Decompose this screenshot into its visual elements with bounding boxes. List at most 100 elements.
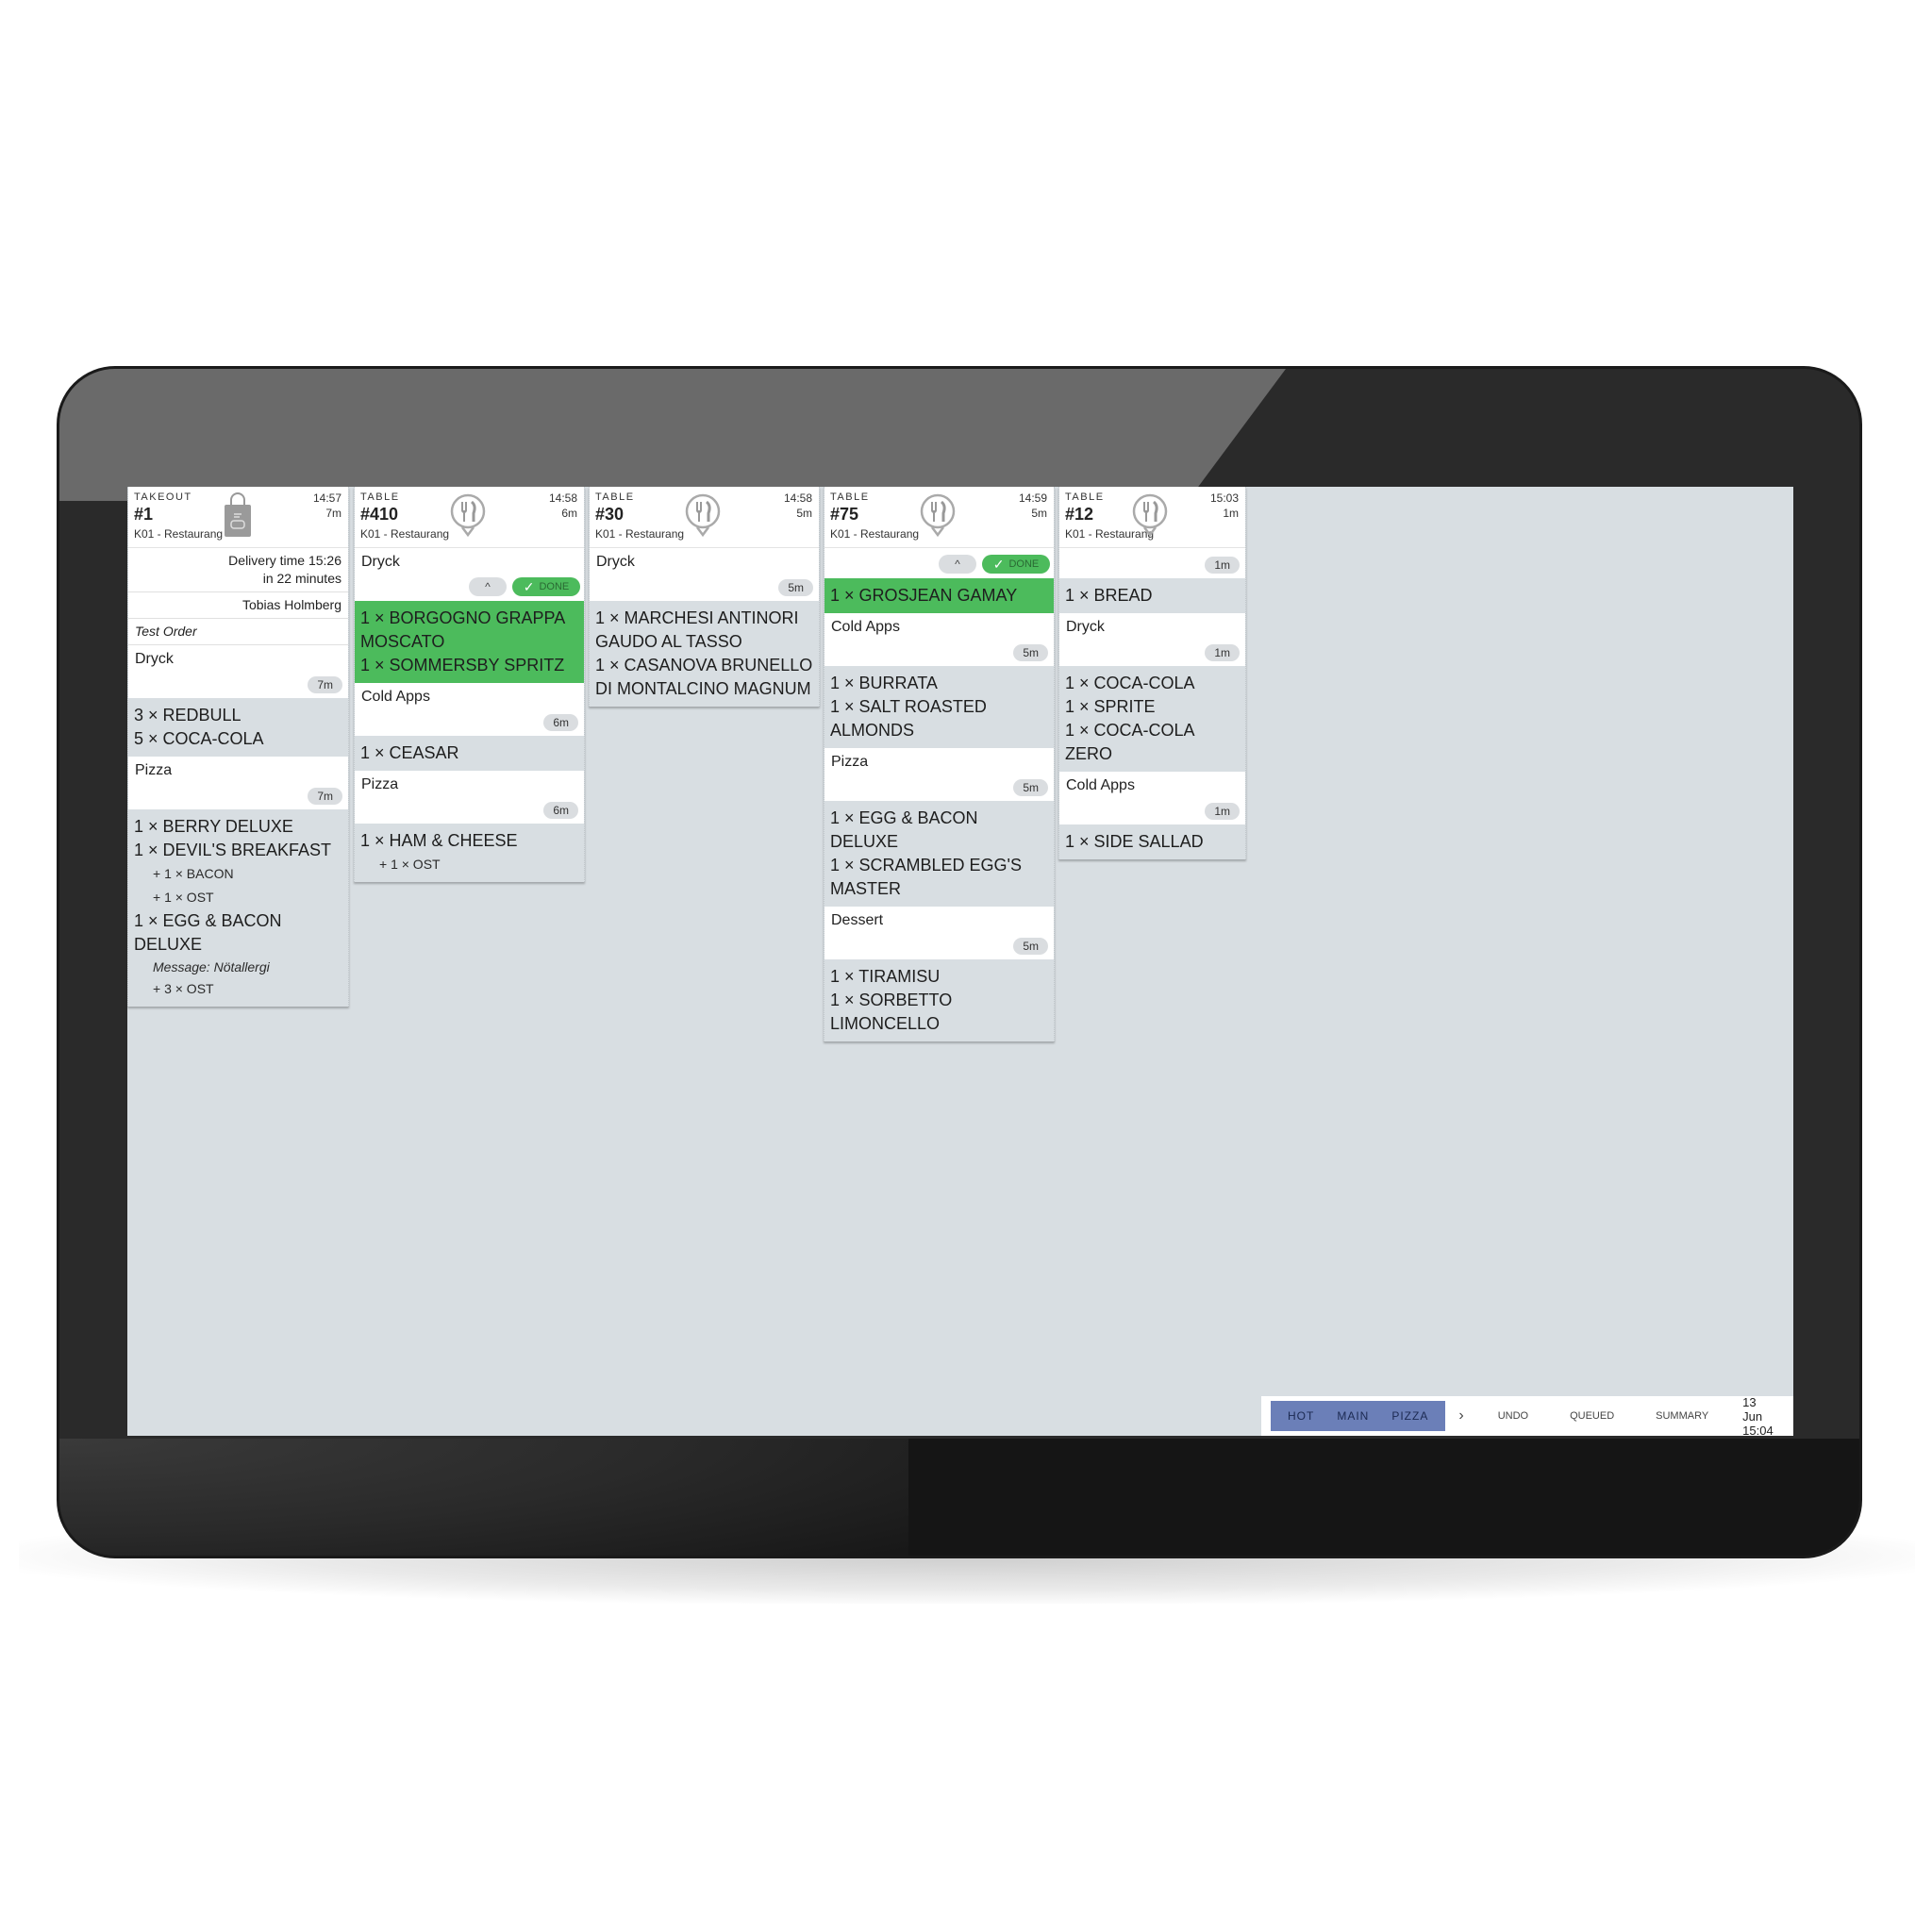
order-card-table-12[interactable]: TABLE #12 K01 - Restaurang 15:03 1m 1m 1… — [1058, 487, 1246, 859]
section-items[interactable]: 1 × EGG & BACON DELUXE 1 × SCRAMBLED EGG… — [824, 801, 1054, 907]
section-age-pill: 5m — [778, 579, 813, 596]
section-title: Dryck — [596, 554, 635, 570]
order-number: #12 — [1065, 505, 1094, 524]
item-modifier: + 3 × OST — [153, 981, 214, 996]
chevron-right-icon[interactable]: › — [1445, 1407, 1476, 1424]
order-card-takeout-1[interactable]: TAKEOUT #1 K01 - Restaurang 14:57 7m Del… — [127, 487, 349, 1007]
filter-hot[interactable]: HOT — [1276, 1409, 1325, 1423]
order-age: 6m — [561, 507, 577, 520]
chevron-up-icon: ^ — [955, 558, 960, 571]
collapse-button[interactable]: ^ — [469, 577, 507, 596]
more-options-icon[interactable]: ⋮ — [1787, 1407, 1793, 1426]
undo-button[interactable]: UNDO — [1477, 1410, 1549, 1422]
section-title: Dryck — [135, 651, 174, 667]
section-age-pill: 5m — [1013, 779, 1048, 796]
dining-fork-knife-icon — [1132, 493, 1168, 538]
order-card-table-410[interactable]: TABLE #410 K01 - Restaurang 14:58 6m Dry… — [354, 487, 585, 882]
section-age-pill: 6m — [543, 714, 578, 731]
order-item: 1 × EGG & BACON DELUXE — [134, 911, 282, 954]
order-age: 1m — [1223, 507, 1239, 520]
order-time: 15:03 — [1209, 491, 1239, 505]
queued-button[interactable]: QUEUED — [1549, 1410, 1635, 1422]
section-title: Cold Apps — [831, 619, 900, 635]
section-header-dessert[interactable]: Dessert 5m — [824, 907, 1054, 959]
order-item: 1 × BREAD — [1065, 586, 1153, 605]
collapse-button[interactable]: ^ — [939, 555, 976, 574]
section-title: Pizza — [361, 776, 399, 792]
filter-pizza[interactable]: PIZZA — [1380, 1409, 1440, 1423]
order-number: #75 — [830, 505, 859, 524]
section-age-pill: 6m — [543, 802, 578, 819]
section-age-pill: 5m — [1013, 938, 1048, 955]
section-title: Pizza — [831, 754, 869, 770]
done-label: DONE — [1008, 558, 1040, 570]
section-age-pill: 7m — [308, 676, 342, 693]
order-time: 14:58 — [783, 491, 812, 505]
order-header: TAKEOUT #1 K01 - Restaurang 14:57 7m — [128, 487, 348, 548]
order-item: 1 × BORGOGNO GRAPPA MOSCATO — [360, 608, 565, 651]
section-header-unnamed[interactable]: 1m — [1059, 548, 1245, 578]
section-title: Dessert — [831, 912, 884, 928]
takeout-bag-icon — [225, 492, 251, 537]
order-type: TABLE — [1065, 491, 1105, 503]
item-modifier: + 1 × OST — [379, 857, 441, 872]
section-header-pizza[interactable]: Pizza 7m — [128, 757, 348, 809]
section-header-dryck[interactable]: Dryck 5m — [590, 548, 819, 601]
section-header-pizza[interactable]: Pizza 6m — [355, 771, 584, 824]
order-item: 1 × EGG & BACON DELUXE — [830, 808, 978, 851]
section-header-dryck[interactable]: Dryck ^ ✓ DONE — [355, 548, 584, 601]
order-card-table-75[interactable]: TABLE #75 K01 - Restaurang 14:59 5m ^ ✓ … — [824, 487, 1055, 1041]
customer-name: Tobias Holmberg — [128, 592, 348, 619]
done-button[interactable]: ✓ DONE — [512, 577, 580, 596]
section-items[interactable]: 3 × REDBULL 5 × COCA-COLA — [128, 698, 348, 757]
section-header-pizza[interactable]: Pizza 5m — [824, 748, 1054, 801]
order-location: K01 - Restaurang — [134, 527, 224, 541]
section-items[interactable]: 1 × MARCHESI ANTINORI GAUDO AL TASSO 1 ×… — [590, 601, 819, 707]
section-header-dryck[interactable]: Dryck 1m — [1059, 613, 1245, 666]
filter-main[interactable]: MAIN — [1325, 1409, 1380, 1423]
dining-fork-knife-icon — [685, 493, 721, 538]
order-item: 1 × SOMMERSBY SPRITZ — [360, 656, 565, 675]
section-items[interactable]: 1 × SIDE SALLAD — [1059, 824, 1245, 859]
done-button[interactable]: ✓ DONE — [982, 555, 1050, 574]
section-items[interactable]: 1 × HAM & CHEESE + 1 × OST — [355, 824, 584, 882]
item-message: Message: Nötallergi — [153, 959, 270, 974]
order-item: 1 × BERRY DELUXE — [134, 817, 293, 836]
order-item: 3 × REDBULL — [134, 706, 242, 724]
section-items[interactable]: 1 × BREAD — [1059, 578, 1245, 613]
section-title: Cold Apps — [1066, 777, 1135, 793]
order-card-table-30[interactable]: TABLE #30 K01 - Restaurang 14:58 5m Dryc… — [589, 487, 820, 707]
order-age: 5m — [1031, 507, 1047, 520]
delivery-time: Delivery time 15:26 in 22 minutes — [128, 548, 348, 592]
delivery-countdown: in 22 minutes — [262, 571, 341, 586]
order-item: 5 × COCA-COLA — [134, 729, 264, 748]
summary-button[interactable]: SUMMARY — [1635, 1410, 1729, 1422]
order-item: 1 × SORBETTO LIMONCELLO — [830, 991, 953, 1033]
section-header-cold-apps[interactable]: Cold Apps 1m — [1059, 772, 1245, 824]
order-location: K01 - Restaurang — [830, 527, 920, 541]
bezel-glare — [59, 369, 1286, 501]
section-header-cold-apps[interactable]: Cold Apps 5m — [824, 613, 1054, 666]
section-age-pill: 1m — [1205, 557, 1240, 574]
section-items[interactable]: 1 × CEASAR — [355, 736, 584, 771]
order-item: 1 × HAM & CHEESE — [360, 831, 518, 850]
section-items-done[interactable]: 1 × BORGOGNO GRAPPA MOSCATO 1 × SOMMERSB… — [355, 601, 584, 683]
order-type: TABLE — [830, 491, 870, 503]
section-header-cold-apps[interactable]: Cold Apps 6m — [355, 683, 584, 736]
section-header-dryck[interactable]: Dryck 7m — [128, 645, 348, 698]
section-items[interactable]: 1 × BURRATA 1 × SALT ROASTED ALMONDS — [824, 666, 1054, 748]
bezel-lower-highlight — [59, 1439, 908, 1556]
order-item: 1 × SCRAMBLED EGG'S MASTER — [830, 856, 1023, 898]
section-items-done[interactable]: 1 × GROSJEAN GAMAY — [824, 578, 1054, 613]
current-datetime: 13 Jun 15:04 — [1742, 1394, 1774, 1437]
section-items[interactable]: 1 × COCA-COLA 1 × SPRITE 1 × COCA-COLA Z… — [1059, 666, 1245, 772]
order-header: TABLE #12 K01 - Restaurang 15:03 1m — [1059, 487, 1245, 548]
section-items[interactable]: 1 × BERRY DELUXE 1 × DEVIL'S BREAKFAST +… — [128, 809, 348, 1007]
section-age-pill: 5m — [1013, 644, 1048, 661]
dining-fork-knife-icon — [450, 493, 486, 538]
order-header: TABLE #410 K01 - Restaurang 14:58 6m — [355, 487, 584, 548]
section-items[interactable]: 1 × TIRAMISU 1 × SORBETTO LIMONCELLO — [824, 959, 1054, 1041]
order-item: 1 × SALT ROASTED ALMONDS — [830, 697, 987, 740]
section-header-unnamed[interactable]: ^ ✓ DONE — [824, 548, 1054, 578]
order-number: #30 — [595, 505, 625, 524]
